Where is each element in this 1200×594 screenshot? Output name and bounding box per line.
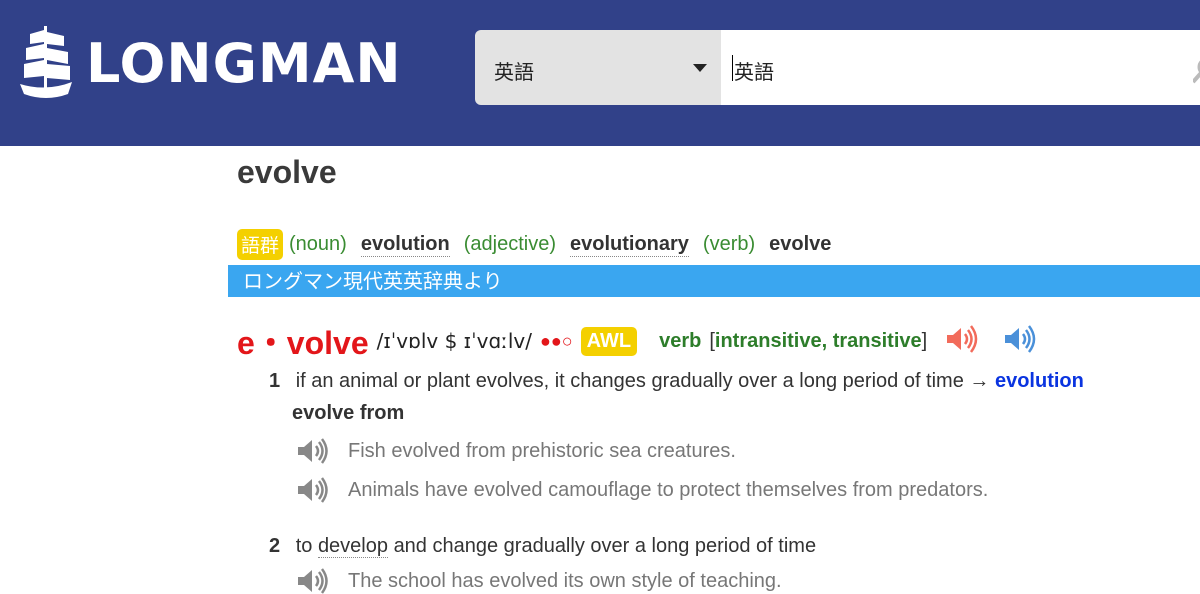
- word-family-pos: (verb): [702, 233, 756, 255]
- ship-logo-icon: [20, 26, 72, 98]
- dictionary-select-value: 英語: [494, 60, 534, 84]
- entry-headword: e・volve: [237, 325, 369, 361]
- sense-number: 2: [269, 535, 281, 557]
- example-text: Fish evolved from prehistoric sea creatu…: [348, 439, 736, 462]
- word-family-link[interactable]: evolution: [360, 233, 450, 257]
- dropdown-caret-icon: [693, 64, 707, 72]
- sense-definition-post: and change gradually over a long period …: [393, 535, 817, 557]
- part-of-speech: verb: [659, 329, 702, 352]
- frequency-dots: ●●○: [540, 330, 573, 351]
- sense-definition: if an animal or plant evolves, it change…: [295, 370, 964, 392]
- sense-1: 1 if an animal or plant evolves, it chan…: [269, 370, 1084, 393]
- word-family-link[interactable]: evolutionary: [569, 233, 689, 257]
- example-speaker-icon[interactable]: [296, 568, 330, 594]
- grammar-text: intransitive, transitive: [714, 329, 922, 352]
- search-icon[interactable]: [1193, 56, 1200, 86]
- british-pronunciation-speaker-icon[interactable]: [945, 324, 979, 358]
- sense-number: 1: [269, 370, 281, 392]
- word-family-word: evolve: [769, 233, 832, 255]
- grammar-info: [intransitive, transitive]: [709, 330, 927, 353]
- example-speaker-icon[interactable]: [296, 438, 330, 464]
- logo-text: LONGMAN: [86, 32, 402, 95]
- collocation: evolve from: [292, 402, 405, 424]
- definition-word-link[interactable]: develop: [317, 535, 388, 558]
- dictionary-select[interactable]: 英語: [475, 30, 721, 105]
- dictionary-source-banner: ロングマン現代英英辞典より: [228, 265, 1200, 297]
- example-sentence: The school has evolved its own style of …: [296, 568, 782, 594]
- text-cursor: [732, 55, 733, 81]
- example-speaker-icon[interactable]: [296, 477, 330, 503]
- search-input-value: 英語: [734, 60, 774, 84]
- entry-header: e・volve /ɪˈvɒlv $ ɪˈvɑːlv/ ●●○ AWL verb …: [237, 318, 1037, 364]
- example-text: The school has evolved its own style of …: [348, 569, 782, 592]
- example-text: Animals have evolved camouflage to prote…: [348, 478, 989, 501]
- search-input[interactable]: 英語: [721, 30, 1200, 105]
- site-header: LONGMAN 英語 英語: [0, 0, 1200, 146]
- pronunciation: /ɪˈvɒlv $ ɪˈvɑːlv/: [376, 329, 533, 353]
- example-sentence: Fish evolved from prehistoric sea creatu…: [296, 438, 736, 464]
- longman-logo[interactable]: LONGMAN: [20, 26, 402, 102]
- crossref-arrow: →: [969, 370, 990, 392]
- page-title: evolve: [237, 154, 337, 190]
- word-family: 語群 (noun) evolution (adjective) evolutio…: [237, 229, 845, 260]
- grammar-bracket: ]: [921, 329, 928, 352]
- american-pronunciation-speaker-icon[interactable]: [1003, 324, 1037, 358]
- sense-2: 2 to develop and change gradually over a…: [269, 535, 816, 558]
- search-bar: 英語 英語: [475, 30, 1200, 105]
- word-family-pos: (adjective): [463, 233, 556, 255]
- example-sentence: Animals have evolved camouflage to prote…: [296, 477, 988, 503]
- word-family-badge: 語群: [237, 229, 284, 260]
- crossref-link[interactable]: evolution: [995, 370, 1084, 392]
- sense-definition-pre: to: [295, 535, 313, 557]
- word-family-pos: (noun): [289, 233, 347, 255]
- awl-badge[interactable]: AWL: [580, 326, 638, 356]
